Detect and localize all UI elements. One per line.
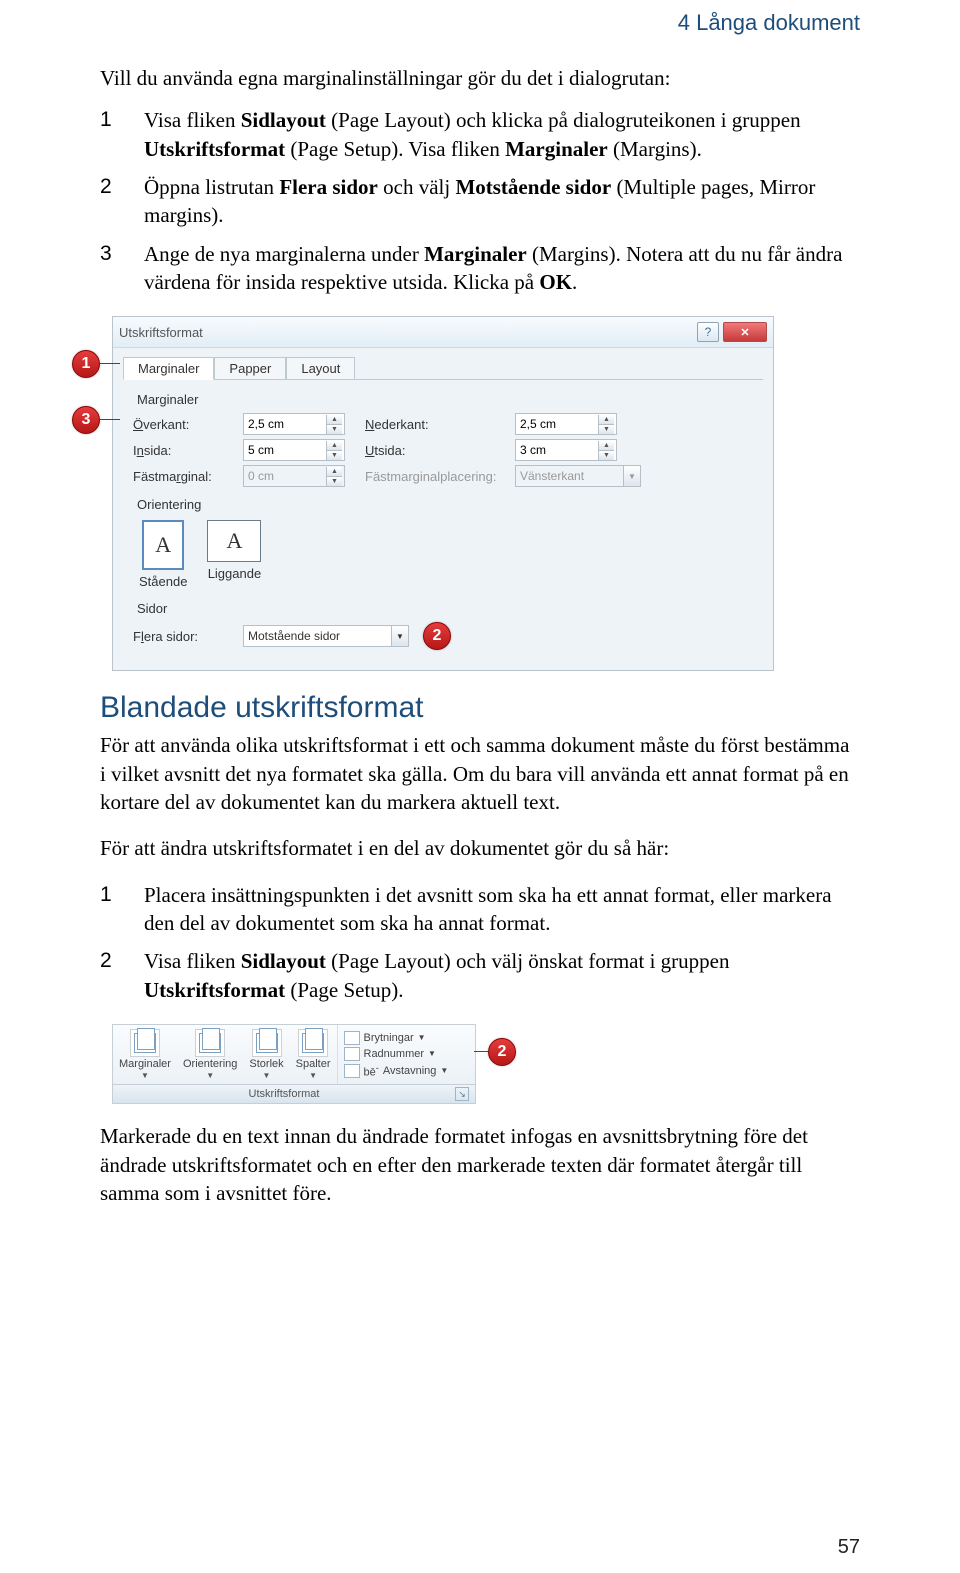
row-insida-utsida: Insida: ▲▼ Utsida: ▲▼ (133, 439, 753, 461)
columns-icon (298, 1029, 328, 1057)
close-button[interactable]: ✕ (723, 322, 767, 342)
landscape-icon: A (207, 520, 261, 562)
ribbon-spalter[interactable]: Spalter ▼ (290, 1025, 337, 1084)
tab-papper[interactable]: Papper (214, 357, 286, 380)
group-sidor: Sidor (137, 601, 753, 616)
chevron-down-icon: ▼ (428, 1049, 436, 1058)
nederkant-label: Nederkant: (345, 417, 515, 432)
group-marginaler: Marginaler (137, 392, 753, 407)
row-fastmarginal: Fästmarginal: ▲▼ Fästmarginalplacering: … (133, 465, 753, 487)
callout-1: 1 (72, 350, 100, 378)
insida-label: Insida: (133, 443, 243, 458)
chevron-down-icon: ▼ (623, 466, 640, 486)
page-number: 57 (838, 1536, 860, 1559)
ribbon-radnummer[interactable]: Radnummer ▼ (344, 1047, 470, 1061)
orientation-icon (195, 1029, 225, 1057)
fastmarginal-input[interactable] (244, 467, 326, 485)
steps-list-1: Visa fliken Sidlayout (Page Layout) och … (100, 106, 860, 296)
flera-sidor-dropdown[interactable]: Motstående sidor ▼ (243, 625, 409, 647)
tab-marginaler[interactable]: Marginaler (123, 357, 214, 380)
step-3: Ange de nya marginalerna under Marginale… (100, 240, 860, 297)
fastmarginalplacering-label: Fästmarginalplacering: (345, 469, 515, 484)
hyphenation-icon (344, 1064, 360, 1078)
chevron-down-icon: ▼ (141, 1071, 149, 1080)
steps-list-2: Placera insättningspunkten i det avsnitt… (100, 881, 860, 1004)
utsida-spinner[interactable]: ▲▼ (515, 439, 617, 461)
ribbon-figure: Marginaler ▼ Orientering ▼ Storlek ▼ Spa… (72, 1024, 860, 1104)
utsida-input[interactable] (516, 441, 598, 459)
ribbon-group-label: Utskriftsformat (113, 1088, 455, 1100)
ribbon-orientering[interactable]: Orientering ▼ (177, 1025, 243, 1084)
margins-icon (130, 1029, 160, 1057)
step-2: Öppna listrutan Flera sidor och välj Mot… (100, 173, 860, 230)
spin-up-icon[interactable]: ▲ (326, 415, 342, 425)
blandade-p1: För att använda olika utskriftsformat i … (100, 731, 860, 816)
chevron-down-icon: ▼ (206, 1071, 214, 1080)
chevron-down-icon: ▼ (309, 1071, 317, 1080)
ribbon-storlek[interactable]: Storlek ▼ (243, 1025, 289, 1084)
portrait-icon: A (142, 520, 184, 570)
heading-blandade: Blandade utskriftsformat (100, 691, 860, 725)
nederkant-input[interactable] (516, 415, 598, 433)
ribbon-brytningar[interactable]: Brytningar ▼ (344, 1031, 470, 1045)
nederkant-spinner[interactable]: ▲▼ (515, 413, 617, 435)
flera-sidor-label: Flera sidor: (133, 629, 243, 644)
closing-paragraph: Markerade du en text innan du ändrade fo… (100, 1122, 860, 1207)
step2-1: Placera insättningspunkten i det avsnitt… (100, 881, 860, 938)
chapter-title: 4 Långa dokument (100, 10, 860, 36)
dialog-titlebar: Utskriftsformat ? ✕ (113, 317, 773, 348)
fastmarginal-label: Fästmarginal: (133, 469, 243, 484)
callout-2: 2 (423, 622, 451, 650)
callout-3: 3 (72, 406, 100, 434)
utsida-label: Utsida: (345, 443, 515, 458)
group-orientering: Orientering (137, 497, 753, 512)
orientation-portrait[interactable]: A Stående (139, 520, 187, 589)
overkant-input[interactable] (244, 415, 326, 433)
ribbon-avstavning[interactable]: bē- Avstavning ▼ (344, 1063, 470, 1079)
overkant-label: ÖÖverkant:verkant: (133, 417, 243, 432)
fastmarginal-spinner[interactable]: ▲▼ (243, 465, 345, 487)
tab-layout[interactable]: Layout (286, 357, 355, 380)
fastmarginalplacering-dropdown: Vänsterkant ▼ (515, 465, 641, 487)
chevron-down-icon: ▼ (263, 1071, 271, 1080)
callout-2b: 2 (488, 1038, 516, 1066)
size-icon (252, 1029, 282, 1057)
breaks-icon (344, 1031, 360, 1045)
overkant-spinner[interactable]: ▲▼ (243, 413, 345, 435)
insida-input[interactable] (244, 441, 326, 459)
blandade-p2: För att ändra utskriftsformatet i en del… (100, 834, 860, 862)
help-button[interactable]: ? (697, 322, 719, 342)
dialog-title: Utskriftsformat (119, 325, 697, 340)
page-setup-dialog: Utskriftsformat ? ✕ Marginaler Papper La… (112, 316, 774, 671)
step-1: Visa fliken Sidlayout (Page Layout) och … (100, 106, 860, 163)
row-overkant-nederkant: ÖÖverkant:verkant: ▲▼ Nederkant: ▲▼ (133, 413, 753, 435)
line-numbers-icon (344, 1047, 360, 1061)
chevron-down-icon[interactable]: ▼ (391, 626, 408, 646)
page-setup-ribbon-group: Marginaler ▼ Orientering ▼ Storlek ▼ Spa… (112, 1024, 476, 1104)
chevron-down-icon: ▼ (418, 1033, 426, 1042)
chevron-down-icon: ▼ (440, 1066, 448, 1075)
ribbon-marginaler[interactable]: Marginaler ▼ (113, 1025, 177, 1084)
intro-paragraph: Vill du använda egna marginalinställning… (100, 64, 860, 92)
dialog-figure: 1 3 Utskriftsformat ? ✕ Marginaler Pappe… (72, 316, 860, 671)
dialog-launcher-icon[interactable]: ↘ (455, 1087, 469, 1101)
insida-spinner[interactable]: ▲▼ (243, 439, 345, 461)
spin-down-icon[interactable]: ▼ (326, 425, 342, 434)
step2-2: Visa fliken Sidlayout (Page Layout) och … (100, 947, 860, 1004)
orientation-landscape[interactable]: A Liggande (207, 520, 261, 589)
